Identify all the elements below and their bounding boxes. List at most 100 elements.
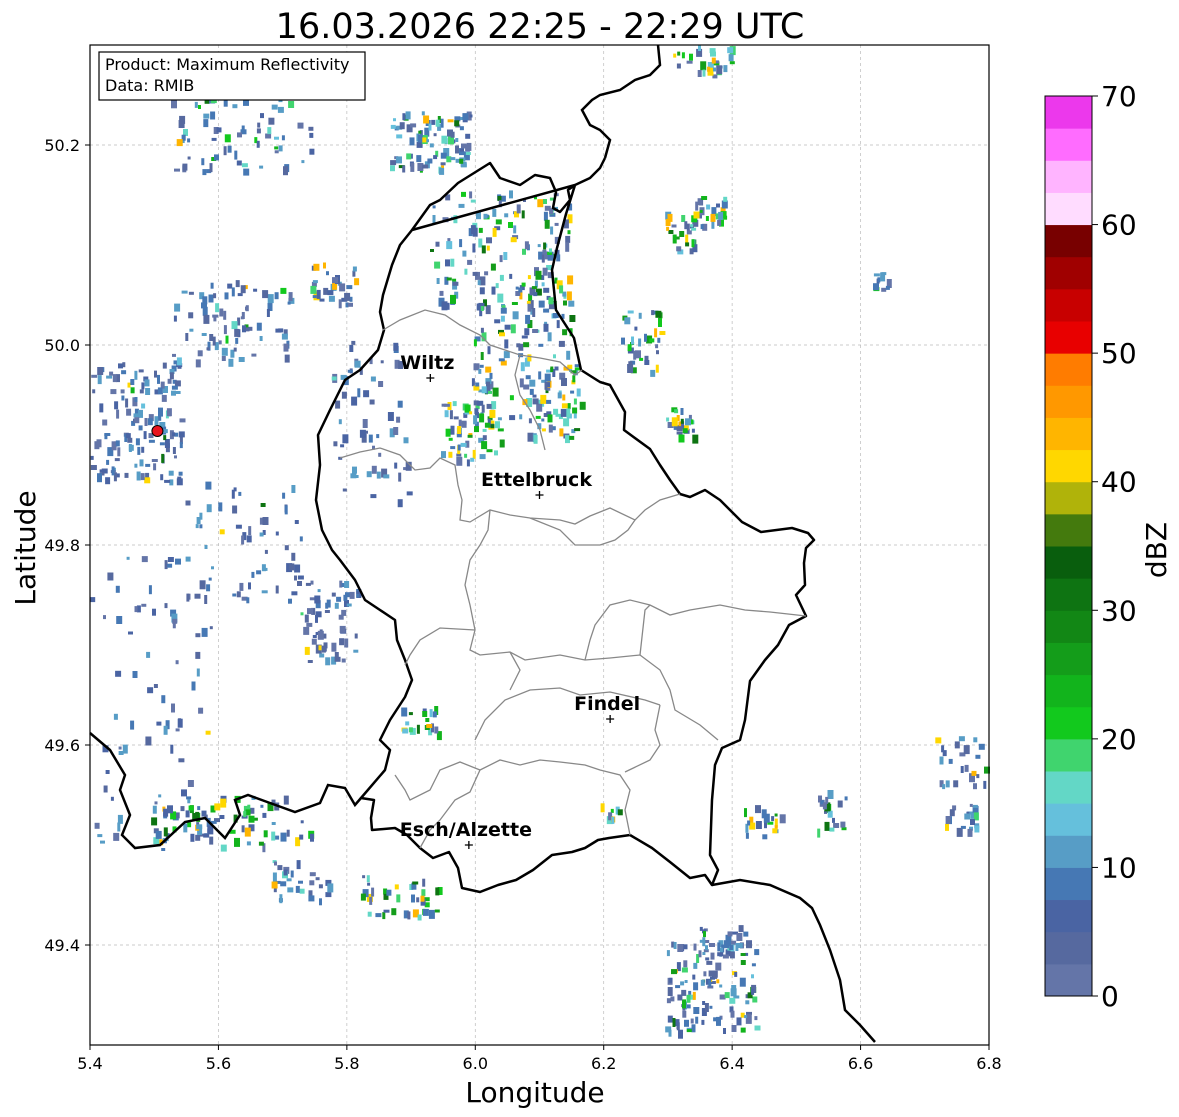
echo-pixel [342, 488, 347, 492]
echo-pixel [533, 292, 538, 297]
echo-pixel [574, 428, 581, 432]
echo-pixel [328, 295, 335, 302]
echo-pixel [158, 407, 163, 417]
echo-pixel [236, 591, 241, 598]
echo-pixel [103, 785, 108, 793]
echo-pixel [441, 451, 446, 459]
echo-pixel [435, 887, 440, 896]
echo-pixel [124, 472, 129, 478]
echo-pixel [210, 282, 214, 289]
echo-pixel [554, 222, 559, 226]
echo-pixel [511, 302, 518, 305]
echo-pixel [391, 908, 397, 916]
echo-pixel [543, 199, 547, 204]
echo-pixel [146, 651, 151, 658]
echo-pixel [261, 590, 268, 594]
echo-pixel [448, 451, 453, 458]
echo-pixel [134, 370, 138, 380]
echo-pixel [309, 872, 316, 877]
echo-pixel [693, 211, 700, 219]
echo-pixel [443, 302, 450, 310]
echo-pixel [976, 774, 980, 779]
echo-pixel [241, 825, 245, 833]
echo-pixel [197, 350, 203, 357]
echo-pixel [523, 342, 530, 348]
echo-pixel [319, 298, 325, 302]
echo-pixel [251, 353, 257, 357]
echo-pixel [515, 286, 519, 290]
echo-pixel [954, 741, 960, 749]
echo-pixel [668, 230, 674, 234]
echo-pixel [679, 231, 685, 237]
echo-pixel [702, 69, 706, 77]
echo-pixel [128, 444, 134, 451]
echo-pixel [624, 317, 631, 325]
echo-pixel [258, 841, 264, 846]
echo-pixel [259, 532, 264, 537]
echo-pixel [202, 169, 207, 176]
echo-pixel [465, 144, 471, 152]
echo-pixel [313, 263, 320, 271]
echo-pixel [175, 391, 181, 394]
echo-pixel [673, 53, 677, 58]
echo-pixel [416, 155, 422, 163]
echo-pixel [686, 994, 691, 1003]
colorbar-segment [1045, 546, 1092, 579]
echo-pixel [498, 358, 505, 362]
echo-pixel [457, 444, 461, 451]
echo-pixel [527, 303, 532, 312]
echo-pixel [272, 872, 277, 882]
echo-pixel [135, 438, 140, 446]
echo-pixel [945, 780, 950, 788]
echo-pixel [731, 1025, 737, 1032]
echo-pixel [139, 459, 144, 467]
echo-pixel [144, 418, 148, 426]
echo-pixel [312, 635, 317, 638]
echo-pixel [730, 1010, 735, 1018]
echo-pixel [489, 372, 493, 379]
echo-pixel [223, 310, 227, 320]
echo-pixel [317, 630, 324, 640]
echo-pixel [644, 360, 650, 365]
echo-pixel [445, 428, 451, 437]
echo-pixel [195, 524, 199, 529]
echo-pixel [216, 127, 222, 133]
echo-pixel [297, 122, 304, 129]
echo-pixel [500, 307, 507, 314]
echo-pixel [704, 1003, 709, 1012]
echo-pixel [676, 431, 683, 435]
echo-pixel [736, 1017, 742, 1026]
echo-pixel [477, 280, 481, 286]
echo-pixel [479, 364, 484, 368]
echo-pixel [354, 633, 358, 639]
echo-pixel [708, 979, 712, 987]
echo-pixel [455, 138, 459, 142]
echo-pixel [179, 418, 186, 423]
echo-pixel [472, 449, 476, 459]
echo-pixel [772, 828, 778, 834]
echo-pixel [202, 306, 208, 316]
echo-pixel [116, 409, 120, 419]
echo-pixel [489, 409, 496, 418]
echo-pixel [512, 311, 519, 320]
echo-pixel [485, 366, 492, 373]
echo-pixel [121, 370, 127, 375]
echo-pixel [411, 894, 415, 903]
echo-pixel [315, 877, 320, 881]
echo-pixel [282, 492, 286, 499]
echo-pixel [543, 323, 549, 332]
echo-pixel [241, 312, 245, 319]
echo-pixel [163, 435, 167, 441]
echo-pixel [312, 295, 317, 299]
echo-pixel [264, 549, 268, 554]
echo-pixel [275, 585, 279, 594]
echo-pixel [141, 556, 148, 563]
echo-pixel [274, 292, 279, 300]
echo-pixel [100, 840, 105, 844]
echo-pixel [532, 394, 537, 398]
echo-pixel [185, 556, 191, 562]
echo-pixel [309, 132, 314, 138]
echo-pixel [393, 427, 399, 435]
colorbar-segment [1045, 738, 1092, 772]
echo-pixel [885, 285, 890, 290]
